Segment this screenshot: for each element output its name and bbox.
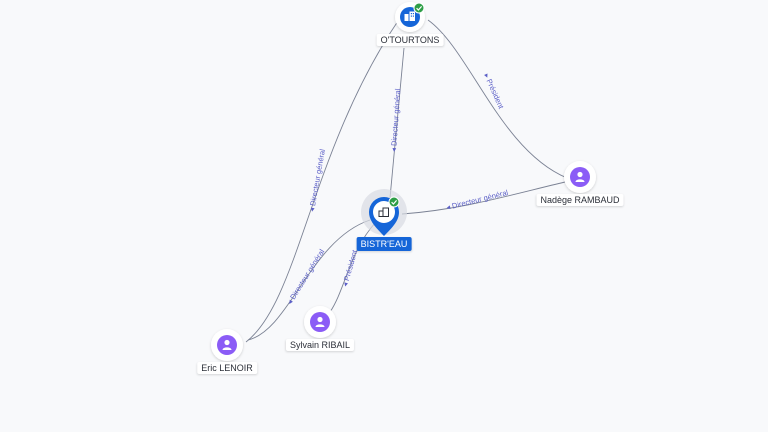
verified-check-icon (413, 2, 425, 14)
node-bistreau[interactable] (361, 189, 407, 236)
edge-label-bistreau-otourtons: ◂ Directeur général (389, 88, 402, 152)
node-otourtons[interactable] (395, 2, 425, 32)
edge-eric-otourtons[interactable] (245, 17, 401, 343)
edge-label-nadege-bistreau: ◂ Directeur général (445, 188, 509, 212)
edge-label-eric-otourtons: ◂ Directeur général (307, 148, 327, 212)
node-eric-lenoir[interactable] (211, 329, 243, 361)
node-label-eric-lenoir[interactable]: Eric LENOIR (197, 362, 257, 374)
node-sylvain-ribail[interactable] (304, 306, 336, 338)
node-nadege-rambaud[interactable] (564, 161, 596, 193)
edge-labels: ◂ Directeur général ▸ Président ◂ Direct… (285, 72, 509, 306)
edge-label-eric-bistreau: ◂ Directeur général (285, 247, 326, 306)
node-label-sylvain-ribail[interactable]: Sylvain RIBAIL (285, 339, 355, 351)
node-label-nadege-rambaud[interactable]: Nadège RAMBAUD (536, 194, 624, 206)
edge-label-sylvain-bistreau: ◂ Président (340, 248, 359, 287)
relationship-graph: ◂ Directeur général ▸ Président ◂ Direct… (211, 2, 596, 361)
verified-check-icon (388, 196, 400, 208)
node-label-otourtons[interactable]: O'TOURTONS (376, 34, 444, 46)
edge-label-nadege-otourtons: ▸ Président (482, 72, 506, 111)
node-label-bistreau[interactable]: BISTR'EAU (356, 237, 412, 251)
